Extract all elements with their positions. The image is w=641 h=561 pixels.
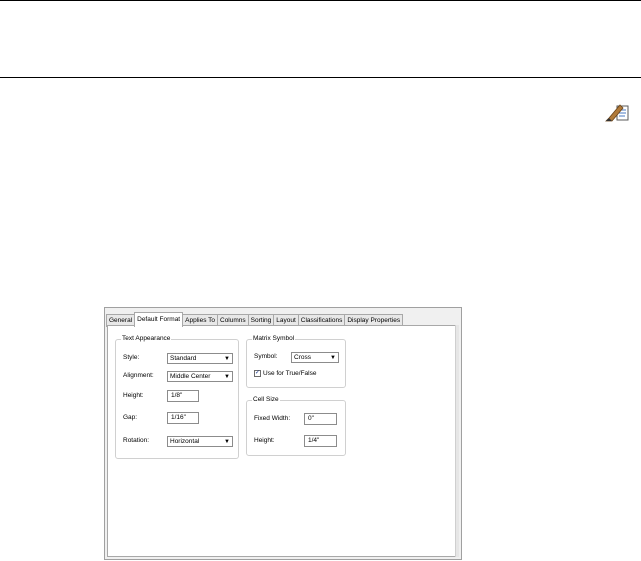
rotation-value: Horizontal [170,438,200,445]
cell-height-field[interactable]: 1/4" [304,435,337,447]
checkmark-icon: ✓ [255,370,261,376]
fixed-width-label: Fixed Width: [254,415,291,422]
height-field[interactable]: 1/8" [167,390,199,402]
rotation-label: Rotation: [123,437,150,444]
cell-size-legend: Cell Size [252,395,280,405]
cell-height-label: Height: [254,437,275,444]
symbol-label: Symbol: [254,353,278,360]
use-true-false-label: Use for True/False [263,370,317,377]
scrollbar[interactable] [455,325,459,557]
top-rule [0,0,641,1]
matrix-symbol-group: Matrix Symbol Symbol: Cross ▼ ✓ Use for … [246,334,346,388]
chevron-down-icon: ▼ [330,355,336,361]
fixed-width-field[interactable]: 0" [304,413,337,425]
chevron-down-icon: ▼ [224,439,230,445]
symbol-dropdown[interactable]: Cross ▼ [291,352,339,363]
tab-strip: General Default Format Applies To Column… [106,312,404,327]
style-label: Style: [123,354,140,361]
header-rule [0,77,641,78]
style-value: Standard [170,355,197,362]
chevron-down-icon: ▼ [224,374,230,380]
rotation-dropdown[interactable]: Horizontal ▼ [167,436,233,447]
alignment-dropdown[interactable]: Middle Center ▼ [167,371,233,382]
edit-pencil-icon [605,104,629,122]
text-appearance-group: Text Appearance Style: Standard ▼ Alignm… [115,334,239,459]
gap-field[interactable]: 1/16" [167,412,199,424]
cell-size-group: Cell Size Fixed Width: 0" Height: 1/4" [246,395,346,456]
default-format-page: Text Appearance Style: Standard ▼ Alignm… [107,325,457,557]
symbol-value: Cross [294,354,311,361]
alignment-value: Middle Center [170,373,211,380]
matrix-symbol-legend: Matrix Symbol [252,334,296,344]
use-true-false-checkbox[interactable]: ✓ [254,370,261,377]
height-label: Height: [123,392,144,399]
report-properties-dialog: General Default Format Applies To Column… [104,307,462,560]
tab-default-format[interactable]: Default Format [134,312,184,327]
chevron-down-icon: ▼ [224,356,230,362]
alignment-label: Alignment: [123,372,154,379]
text-appearance-legend: Text Appearance [121,334,172,344]
gap-label: Gap: [123,414,138,421]
style-dropdown[interactable]: Standard ▼ [167,353,233,364]
